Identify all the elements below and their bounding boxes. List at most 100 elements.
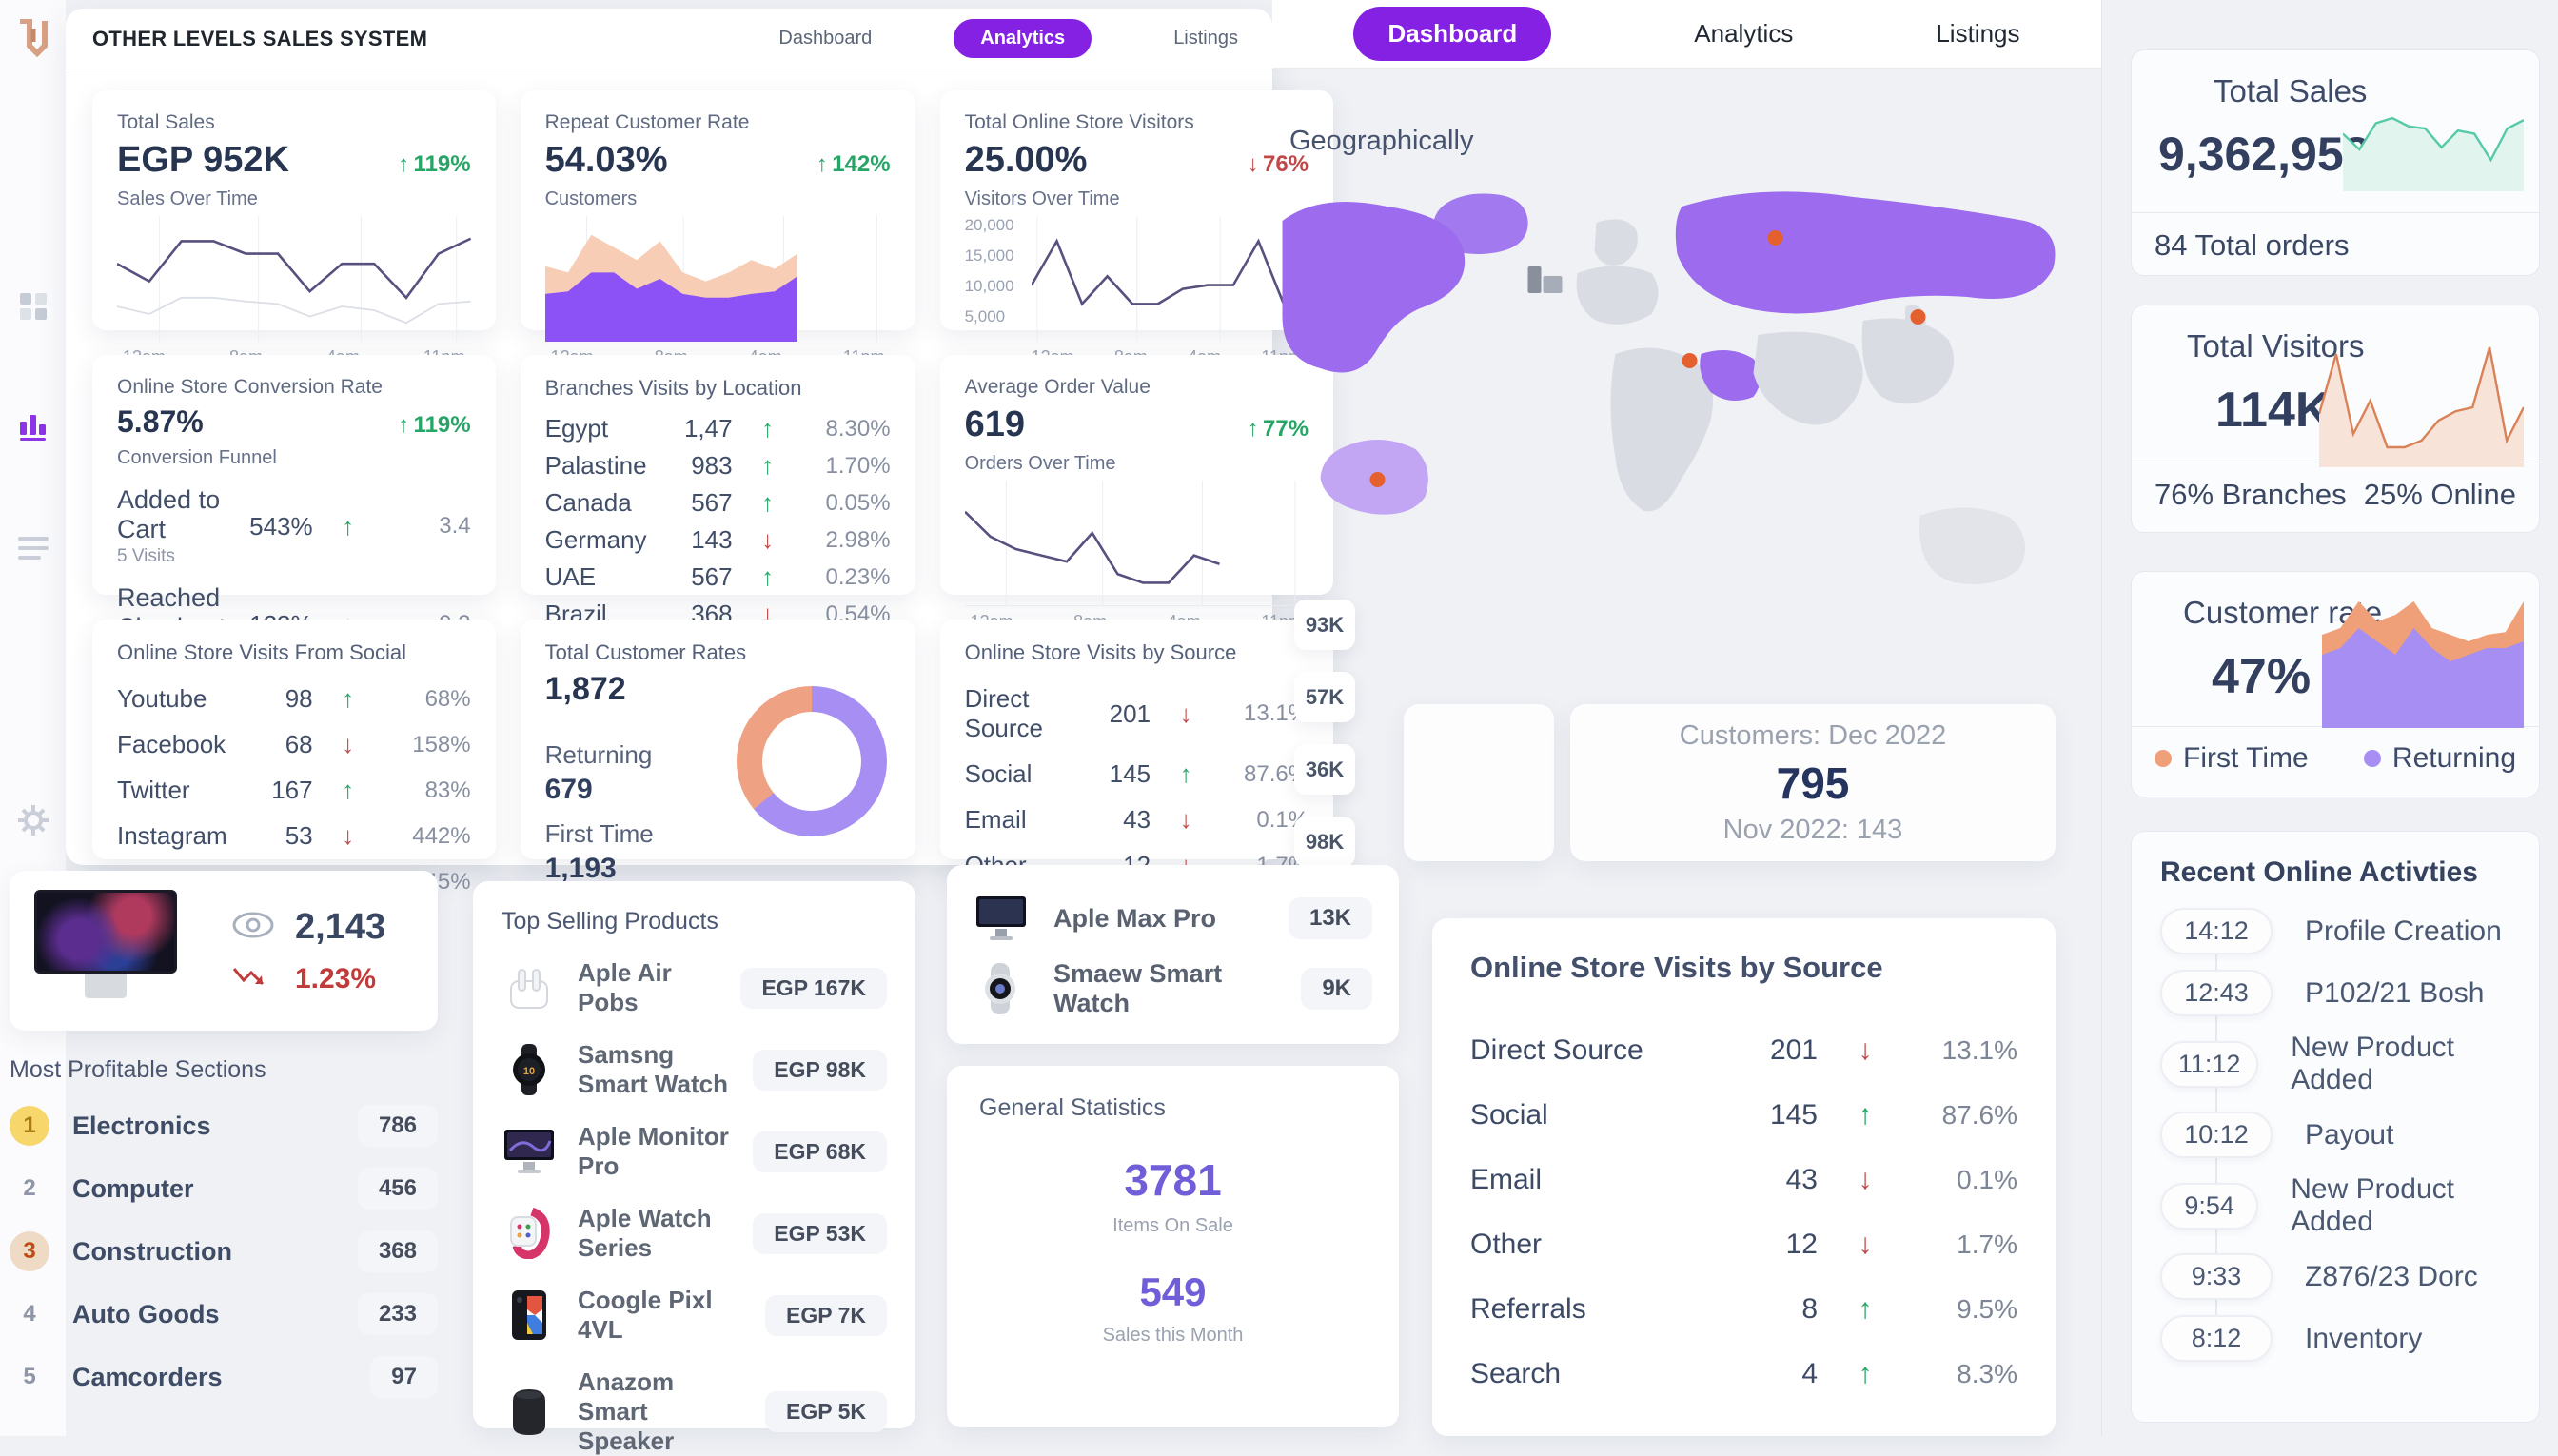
- card-conversion-funnel: Online Store Conversion Rate 5.87% ↑ 119…: [92, 355, 496, 595]
- y-axis-labels: 20,00015,00010,0005,000: [965, 216, 1014, 326]
- activity-time: 9:54: [2160, 1183, 2258, 1230]
- section-row[interactable]: 4Auto Goods233: [10, 1293, 438, 1335]
- kpi-card-total-sales: Total Sales EGP 952K ↑ 119% Sales Over T…: [92, 90, 496, 330]
- trend-arrow-icon: ↓: [313, 821, 384, 851]
- section-row[interactable]: 2Computer456: [10, 1168, 438, 1210]
- map-product-row[interactable]: Smaew Smart Watch 9K: [974, 959, 1372, 1018]
- map-badge[interactable]: 57K: [1294, 672, 1355, 722]
- section-title: Most Profitable Sections: [10, 1056, 438, 1084]
- sales-sparkline: [2343, 87, 2524, 191]
- kpi-value: 54.03%: [545, 140, 668, 181]
- customers-month-value: 795: [1777, 758, 1850, 809]
- source-row: Social145↑87.6%: [965, 759, 1309, 789]
- kpi-label: Total Online Store Visitors: [965, 111, 1309, 134]
- source-row: Email43↓0.1%: [1470, 1164, 2017, 1196]
- activity-label: Payout: [2305, 1119, 2393, 1151]
- monitor-product-image: [34, 890, 177, 1012]
- map-badge[interactable]: 36K: [1294, 744, 1355, 795]
- product-row[interactable]: Coogle Pixl 4VLEGP 7K: [502, 1286, 887, 1345]
- customers-month-card: Customers: Dec 2022 795 Nov 2022: 143: [1570, 704, 2056, 861]
- visitors-sparkline: [2319, 334, 2524, 467]
- activity-item[interactable]: 9:54New Product Added: [2160, 1173, 2510, 1238]
- source-row: Social145↑87.6%: [1470, 1099, 2017, 1131]
- funnel-row: Added to Cart5 Visits 543% ↑ 3.4: [117, 485, 471, 567]
- tab-analytics[interactable]: Analytics: [1694, 19, 1793, 49]
- map-continents: [1283, 191, 2056, 584]
- kpi-card-repeat-customer-rate: Repeat Customer Rate 54.03% ↑ 142% Custo…: [521, 90, 915, 330]
- product-row[interactable]: 10 Samsng Smart WatchEGP 98K: [502, 1040, 887, 1099]
- svg-text:10: 10: [523, 1066, 535, 1077]
- activity-time: 11:12: [2160, 1041, 2258, 1088]
- trend-arrow-icon: ↑: [1818, 1293, 1913, 1326]
- trend-arrow-icon: ↑: [1818, 1358, 1913, 1390]
- tab-dashboard[interactable]: Dashboard: [778, 28, 872, 49]
- map-building-icon: [1528, 266, 1563, 293]
- sidebar-total-sales-card: Total Sales 9,362,958 84 Total orders: [2131, 49, 2540, 276]
- product-name: Aple Max Pro: [1053, 904, 1264, 934]
- trend-arrow-icon: ↓: [1818, 1034, 1913, 1067]
- section-row[interactable]: 3Construction368: [10, 1230, 438, 1272]
- smartwatch-product-icon: [974, 961, 1029, 1016]
- social-row: Facebook68↓158%: [117, 730, 471, 759]
- activity-time: 10:12: [2160, 1112, 2273, 1158]
- app-logo-icon: [16, 23, 50, 57]
- branches-share: 76% Branches: [2155, 478, 2347, 512]
- activity-item[interactable]: 9:33 Z876/23 Dorc: [2160, 1253, 2510, 1300]
- geographically-heading: Geographically: [1289, 126, 1473, 157]
- activity-item[interactable]: 14:12Profile Creation: [2160, 908, 2510, 954]
- map-product-row[interactable]: Aple Max Pro 13K: [974, 891, 1372, 946]
- social-row: Youtube98↑68%: [117, 684, 471, 714]
- settings-gear-icon[interactable]: [16, 803, 50, 837]
- map-badge[interactable]: 93K: [1294, 600, 1355, 650]
- branch-row: Egypt1,47↑8.30%: [545, 414, 891, 443]
- listings-menu-icon[interactable]: [16, 531, 50, 565]
- tab-dashboard-active[interactable]: Dashboard: [1353, 7, 1551, 61]
- panel-nav: Dashboard Analytics Listings: [778, 19, 1238, 58]
- eye-icon: [232, 912, 274, 943]
- activity-item[interactable]: 12:43P102/21 Bosh: [2160, 970, 2510, 1016]
- card-title: Total Customer Rates: [545, 640, 891, 665]
- card-title: Online Store Visits by Source: [965, 640, 1309, 665]
- card-title: Online Store Visits From Social: [117, 640, 471, 665]
- tab-analytics-active[interactable]: Analytics: [954, 19, 1092, 58]
- section-row[interactable]: 1Electronics786: [10, 1105, 438, 1147]
- social-row: Instagram53↓442%: [117, 821, 471, 851]
- views-delta: 1.23%: [295, 963, 376, 995]
- activity-item[interactable]: 11:12 New Product Added: [2160, 1032, 2510, 1096]
- activity-label: New Product Added: [2291, 1032, 2510, 1096]
- tab-listings[interactable]: Listings: [1173, 28, 1238, 49]
- orders-over-time-chart: [965, 481, 1309, 606]
- rank-badge: 3: [10, 1231, 49, 1271]
- dashboard-grid-icon[interactable]: [16, 289, 50, 324]
- sales-this-month-label: Sales this Month: [979, 1325, 1367, 1347]
- kpi-value: 5.87%: [117, 404, 204, 440]
- visits-by-source-card: Online Store Visits by Source Direct Sou…: [1432, 918, 2056, 1436]
- card-title: General Statistics: [979, 1094, 1367, 1122]
- panel-header: OTHER LEVELS SALES SYSTEM Dashboard Anal…: [66, 9, 1272, 69]
- trend-arrow-icon: ↓: [733, 525, 803, 555]
- activity-label: Z876/23 Dorc: [2305, 1261, 2478, 1293]
- earbuds-product-icon: [502, 960, 557, 1015]
- main-dashboard-panel: OTHER LEVELS SALES SYSTEM Dashboard Anal…: [66, 9, 1272, 865]
- tab-listings[interactable]: Listings: [1936, 19, 2019, 49]
- section-row[interactable]: 5Camcorders97: [10, 1356, 438, 1398]
- trend-arrow-icon: ↓: [1151, 699, 1221, 729]
- empty-card: [1404, 704, 1554, 861]
- activity-item[interactable]: 8:12Inventory: [2160, 1315, 2510, 1362]
- product-row[interactable]: Aple Watch SeriesEGP 53K: [502, 1204, 887, 1263]
- kpi-value: 25.00%: [965, 140, 1088, 181]
- rank-badge: 2: [10, 1169, 49, 1209]
- map-products-card: Aple Max Pro 13K Smaew Smart Watch 9K: [947, 865, 1399, 1044]
- source-row: Email43↓0.1%: [965, 805, 1309, 835]
- items-on-sale-value: 3781: [979, 1154, 1367, 1206]
- analytics-bars-icon[interactable]: [16, 409, 50, 443]
- activity-time: 9:33: [2160, 1253, 2273, 1300]
- product-row[interactable]: Aple Air PobsEGP 167K: [502, 958, 887, 1017]
- activity-item[interactable]: 10:12 Payout: [2160, 1112, 2510, 1158]
- card-branches-visits: Branches Visits by Location Egypt1,47↑8.…: [521, 355, 915, 595]
- product-row[interactable]: Anazom Smart SpeakerEGP 5K: [502, 1367, 887, 1456]
- map-badge[interactable]: 98K: [1294, 817, 1355, 867]
- product-row[interactable]: Aple Monitor ProEGP 68K: [502, 1122, 887, 1181]
- most-profitable-sections: Most Profitable Sections 1Electronics786…: [10, 1056, 438, 1398]
- trend-arrow-icon: ↑: [733, 451, 803, 481]
